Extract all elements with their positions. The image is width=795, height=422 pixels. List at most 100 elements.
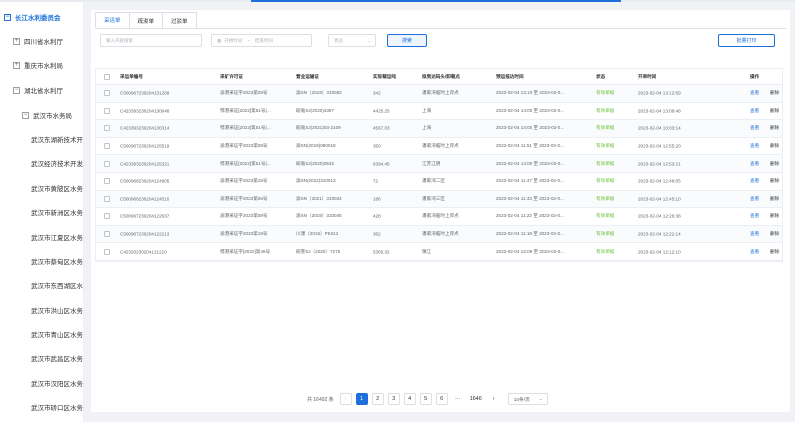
view-link[interactable]: 查看 <box>750 125 759 131</box>
tree-item[interactable]: + 四川省水利厅 <box>0 31 83 51</box>
delete-link[interactable]: 删除 <box>770 231 779 237</box>
tree-item[interactable]: 武汉市武昌区水务 <box>0 348 83 368</box>
table-cell: 72 <box>373 178 379 184</box>
tree-item[interactable]: 武汉东湖新技术开 <box>0 129 83 149</box>
table-cell: 江苏江阴 <box>422 160 441 166</box>
tab-item[interactable]: 采运单 <box>95 12 130 28</box>
row-checkbox[interactable] <box>104 248 110 255</box>
query-button[interactable]: 搜索 <box>387 34 427 47</box>
table-cell: 镇江 <box>422 248 432 254</box>
table-cell: 2023-02-04 13:03:14 <box>638 125 681 131</box>
page-button[interactable]: 1 <box>355 393 368 405</box>
collapse-icon[interactable]: − <box>4 13 11 21</box>
view-link[interactable]: 查看 <box>750 161 759 167</box>
date-separator: ~ <box>247 38 250 43</box>
table-row: C500968230204124905 渝港采证字2023第15号 渝SN(2022… <box>96 173 782 191</box>
tree-item-label: 武汉市东西湖区水 <box>31 283 83 290</box>
delete-link[interactable]: 删除 <box>770 196 779 202</box>
batch-print-label: 批量打印 <box>736 38 757 44</box>
status-badge: 有效单据 <box>596 178 615 184</box>
tree-item[interactable]: 武汉经济技术开发 <box>0 153 83 173</box>
table-cell: 渝港采证字2023第09号 <box>220 90 268 96</box>
chevron-down-icon: ⌄ <box>367 37 371 43</box>
delete-link[interactable]: 删除 <box>770 143 779 149</box>
row-checkbox[interactable] <box>104 231 110 238</box>
view-link[interactable]: 查看 <box>750 90 759 96</box>
pagination-ellipsis[interactable]: ··· <box>452 393 464 405</box>
table-cell: 2023-02-04 14:00 至 2023-02-0... <box>496 107 565 113</box>
tree-item[interactable]: 武汉市汉阳区水务 <box>0 373 83 393</box>
view-link[interactable]: 查看 <box>750 108 759 114</box>
page-button[interactable]: 6 <box>435 393 448 405</box>
table-cell: 2023-02-04 11:51 至 2023-02-0... <box>496 143 564 149</box>
table-cell: 渝SN(2022)310013 <box>296 178 336 184</box>
collapse-icon[interactable]: − <box>22 111 29 119</box>
table-cell: 鄂港采证[2022]第51号(... <box>220 160 271 166</box>
page-button[interactable]: 3 <box>387 393 400 405</box>
table-cell: 皖亳SJ(2020)0532 <box>296 160 335 166</box>
view-link[interactable]: 查看 <box>750 143 759 149</box>
tree-item-label: 武汉市蔡甸区水务 <box>31 259 83 266</box>
prev-page-button[interactable]: ‹ <box>339 393 352 405</box>
delete-link[interactable]: 删除 <box>770 125 779 131</box>
table-cell: C423393230204125321 <box>120 161 170 167</box>
tab-item[interactable]: 过驳单 <box>162 12 197 28</box>
last-page-button[interactable]: 1646 <box>468 393 484 405</box>
row-checkbox[interactable] <box>104 178 110 185</box>
tree-item[interactable]: − 武汉市水务局 <box>0 105 83 125</box>
expand-icon[interactable]: + <box>13 61 20 69</box>
tab-item[interactable]: 疏浚单 <box>128 12 164 28</box>
page-button[interactable]: 2 <box>371 393 384 405</box>
table-cell: 2023-02-04 11:47 至 2023-02-0... <box>496 178 564 184</box>
status-select[interactable]: 状态 ⌄ <box>328 34 376 47</box>
page-button[interactable]: 4 <box>403 393 416 405</box>
row-checkbox[interactable] <box>104 160 110 167</box>
row-checkbox[interactable] <box>104 213 110 220</box>
tree-item[interactable]: 武汉市青山区水务 <box>0 324 83 344</box>
next-page-button[interactable]: › <box>488 393 500 405</box>
view-link[interactable]: 查看 <box>750 196 759 202</box>
batch-print-button[interactable]: 批量打印 <box>718 34 775 47</box>
tree-item[interactable]: − 湖北省水利厅 <box>0 80 83 100</box>
tree-item[interactable]: − 长江水利委员会 <box>0 7 83 27</box>
table-cell: 渝港采证字2023第08号 <box>220 213 268 219</box>
pagination-total: 共 16492 条 <box>307 396 334 403</box>
row-checkbox[interactable] <box>104 107 110 114</box>
date-range-picker[interactable]: ▦ 开始时间 ~ 结束时间 <box>211 34 312 47</box>
tree-item[interactable]: 武汉市黄陂区水务 <box>0 178 83 198</box>
tree-item[interactable]: 武汉市东西湖区水 <box>0 275 83 295</box>
page-size-select[interactable]: 10条/页 ⌄ <box>507 393 548 405</box>
delete-link[interactable]: 删除 <box>770 108 779 114</box>
delete-link[interactable]: 删除 <box>770 249 779 255</box>
page-button[interactable]: 5 <box>419 393 432 405</box>
search-input[interactable]: 输入内容搜索 <box>100 34 202 47</box>
collapse-icon[interactable]: − <box>13 86 20 94</box>
view-link[interactable]: 查看 <box>750 231 759 237</box>
view-link[interactable]: 查看 <box>750 249 759 255</box>
row-checkbox[interactable] <box>104 143 110 150</box>
tree-item[interactable]: 武汉市洪山区水务 <box>0 300 83 320</box>
row-checkbox[interactable] <box>104 195 110 202</box>
status-badge: 有效单据 <box>596 231 615 237</box>
row-checkbox[interactable] <box>104 125 110 132</box>
tree-item-label: 武汉东湖新技术开 <box>31 137 83 144</box>
row-checkbox[interactable] <box>104 90 110 97</box>
tree-item[interactable]: 武汉市新洲区水务 <box>0 202 83 222</box>
column-header: 状态 <box>596 73 606 79</box>
expand-icon[interactable]: + <box>13 37 20 45</box>
chevron-down-icon: ⌄ <box>538 396 543 402</box>
pagination: 共 16492 条 ‹ 123456 ··· 1646 › 10条/页 ⌄ <box>307 393 548 405</box>
tree-item[interactable]: 武汉市硚口区水务 <box>0 397 83 417</box>
delete-link[interactable]: 删除 <box>770 213 779 219</box>
tree-item[interactable]: 武汉市蔡甸区水务 <box>0 251 83 271</box>
select-all-checkbox[interactable] <box>104 73 110 80</box>
view-link[interactable]: 查看 <box>750 213 759 219</box>
view-link[interactable]: 查看 <box>750 178 759 184</box>
tree-item[interactable]: + 重庆市水利局 <box>0 55 83 75</box>
delete-link[interactable]: 删除 <box>770 178 779 184</box>
table-cell: 342 <box>373 90 381 96</box>
delete-link[interactable]: 删除 <box>770 161 779 167</box>
tree-item[interactable]: 武汉市江夏区水务 <box>0 227 83 247</box>
delete-link[interactable]: 删除 <box>770 90 779 96</box>
top-progress-accent <box>251 0 621 2</box>
